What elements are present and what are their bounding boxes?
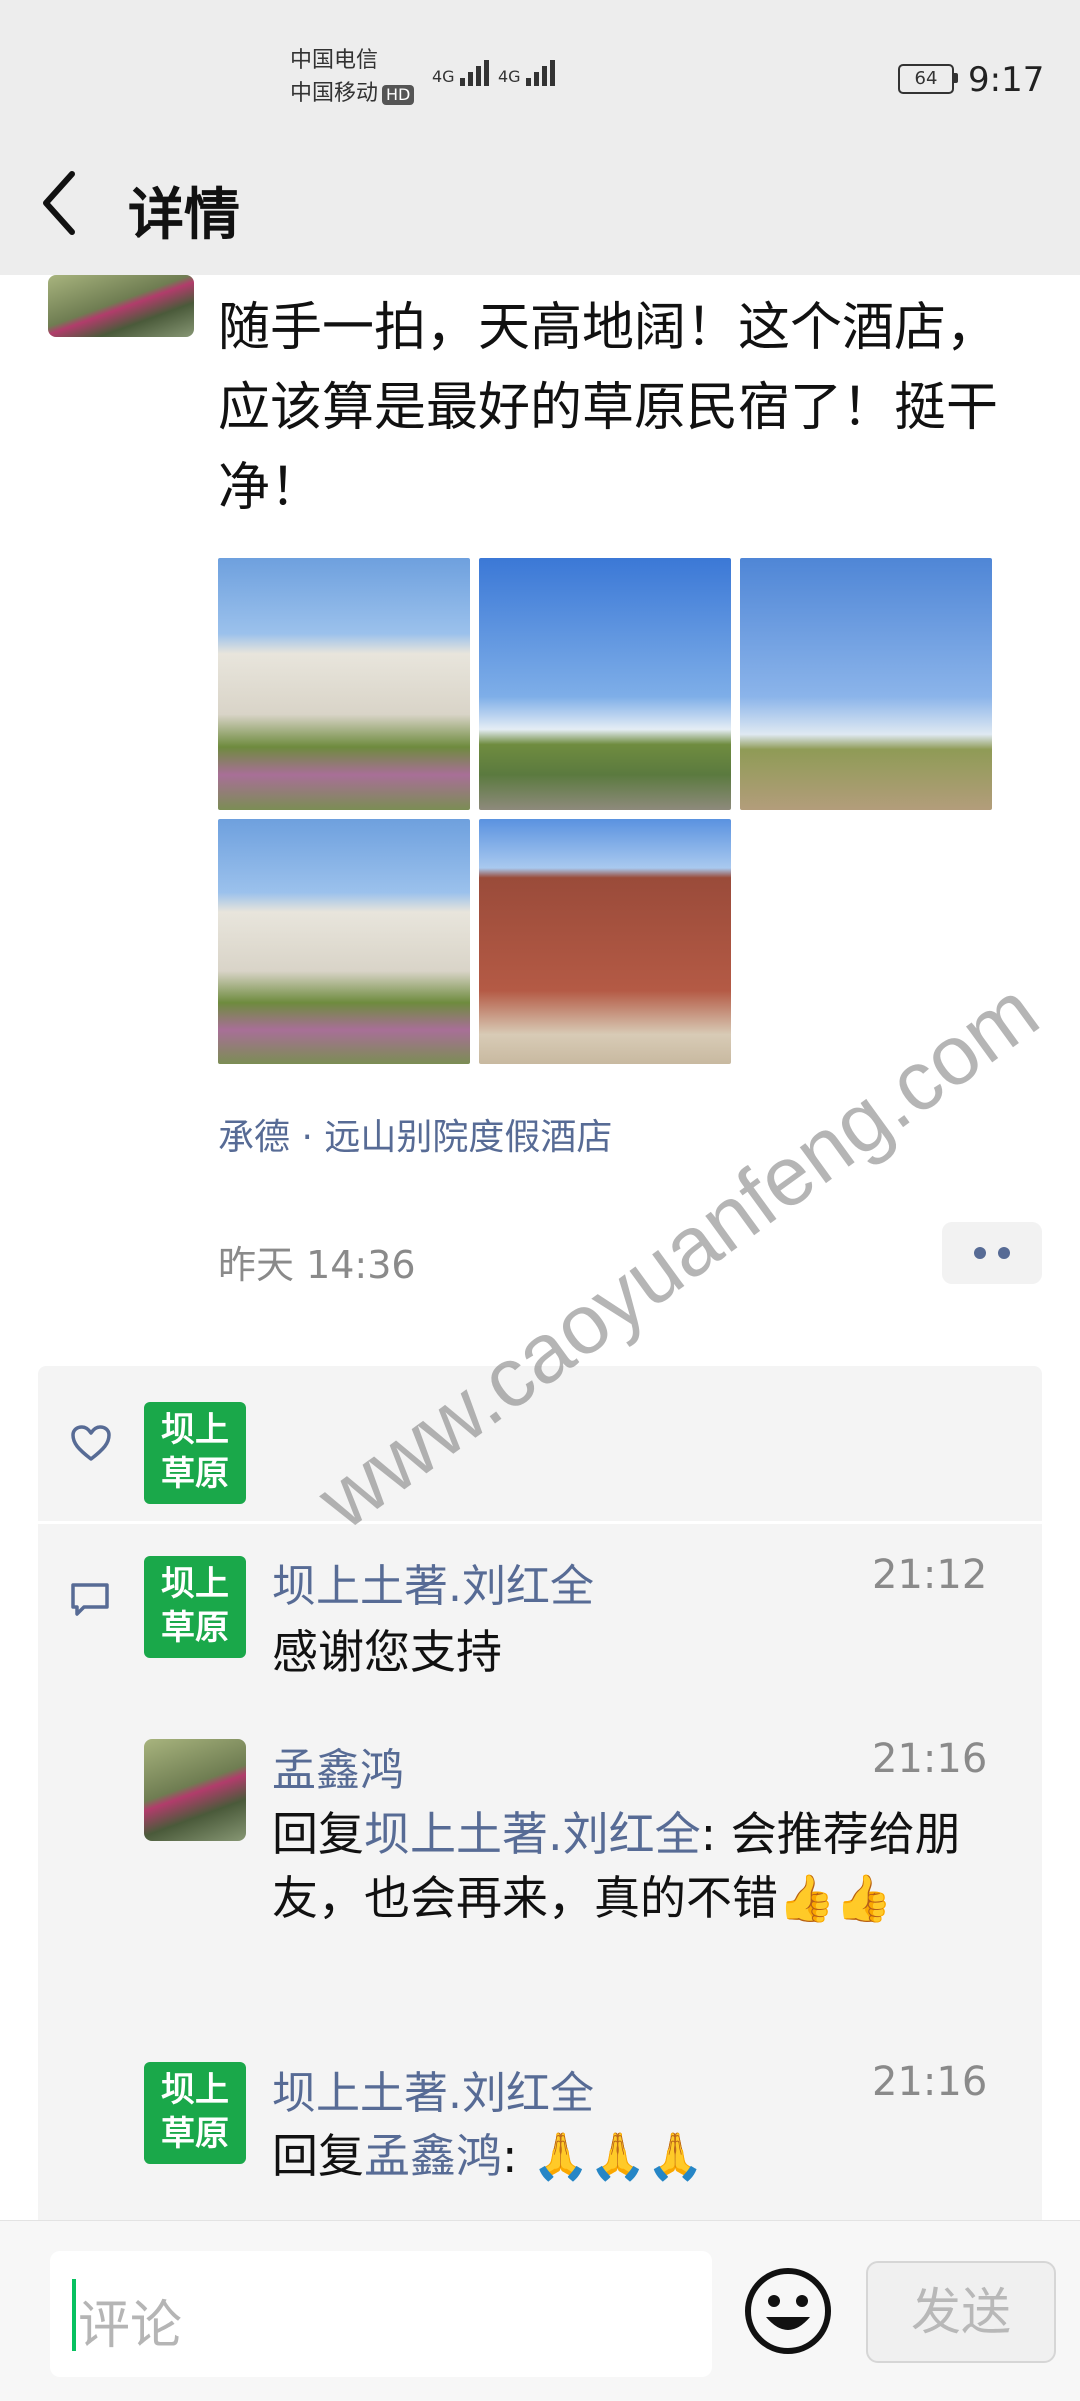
comment-icon	[71, 1583, 109, 1616]
comment-input[interactable]: 评论	[50, 2251, 712, 2377]
thumbs-up-emoji: 👍👍	[778, 1871, 893, 1925]
hd-badge: HD	[382, 85, 415, 105]
comment-avatar[interactable]: 坝上 草原	[144, 2062, 246, 2164]
comment-input-bar: 评论 发送	[0, 2220, 1080, 2401]
signal-2-icon: 4G	[498, 60, 558, 86]
carrier-2-row: 中国移动 HD	[290, 78, 415, 110]
author-avatar[interactable]	[48, 275, 194, 337]
comment-author[interactable]: 坝上土著.刘红全	[272, 2057, 594, 2121]
signal-1-icon: 4G	[432, 60, 492, 86]
pray-emoji: 🙏🙏🙏	[532, 2129, 704, 2183]
comment-time: 21:12	[872, 1552, 988, 1598]
text-cursor	[72, 2279, 76, 2351]
post-image-1[interactable]	[218, 558, 470, 810]
smiley-face-icon	[745, 2268, 831, 2354]
liker-avatar[interactable]: 坝上 草原	[144, 1402, 246, 1504]
post-text: 随手一拍，天高地阔！这个酒店，应该算是最好的草原民宿了！挺干净！	[218, 298, 999, 518]
dot-icon	[974, 1247, 986, 1259]
page-title: 详情	[128, 183, 240, 248]
status-time: 9:17	[968, 60, 1045, 100]
status-bar: 中国电信 中国移动 HD 4G 4G 64 9:17	[0, 0, 1080, 140]
nav-bar: 详情	[0, 140, 1080, 275]
more-actions-button[interactable]	[942, 1222, 1042, 1284]
post-image-2[interactable]	[479, 558, 731, 810]
post-location[interactable]: 承德 · 远山别院度假酒店	[218, 1108, 612, 1160]
reply-to-name[interactable]: 孟鑫鸿	[364, 2129, 502, 2183]
comment-avatar[interactable]: 坝上 草原	[144, 1556, 246, 1658]
post-image-3[interactable]	[740, 558, 992, 810]
send-button[interactable]: 发送	[866, 2261, 1056, 2363]
comment-time: 21:16	[872, 1736, 988, 1782]
comment-text: 回复坝上土著.刘红全: 会推荐给朋友，也会再来，真的不错👍👍	[272, 1807, 961, 1925]
chevron-left-icon	[43, 171, 75, 235]
carrier-1: 中国电信	[290, 48, 379, 73]
comment-text: 感谢您支持	[272, 1625, 502, 1679]
comment-avatar[interactable]	[144, 1739, 246, 1841]
comment-author[interactable]: 坝上土著.刘红全	[272, 1550, 594, 1614]
dot-icon	[998, 1247, 1010, 1259]
battery-icon: 64	[898, 64, 954, 94]
comment-author[interactable]: 孟鑫鸿	[272, 1734, 404, 1798]
carrier-2: 中国移动	[290, 81, 379, 106]
comment-placeholder: 评论	[78, 2296, 183, 2356]
back-button[interactable]	[40, 168, 80, 242]
post-image-4[interactable]	[218, 819, 470, 1064]
post-image-5[interactable]	[479, 819, 731, 1064]
emoji-button[interactable]	[742, 2265, 834, 2361]
comment-time: 21:16	[872, 2059, 988, 2105]
battery-tip	[954, 73, 958, 83]
comments-section: 坝上 草原 坝上土著.刘红全 21:12 感谢您支持 孟鑫鸿 21:16 回复坝…	[38, 1524, 1042, 2220]
post-time: 昨天 14:36	[218, 1243, 416, 1287]
reply-to-name[interactable]: 坝上土著.刘红全	[364, 1807, 701, 1861]
comment-text: 回复孟鑫鸿: 🙏🙏🙏	[272, 2129, 704, 2183]
heart-icon	[71, 1425, 111, 1461]
